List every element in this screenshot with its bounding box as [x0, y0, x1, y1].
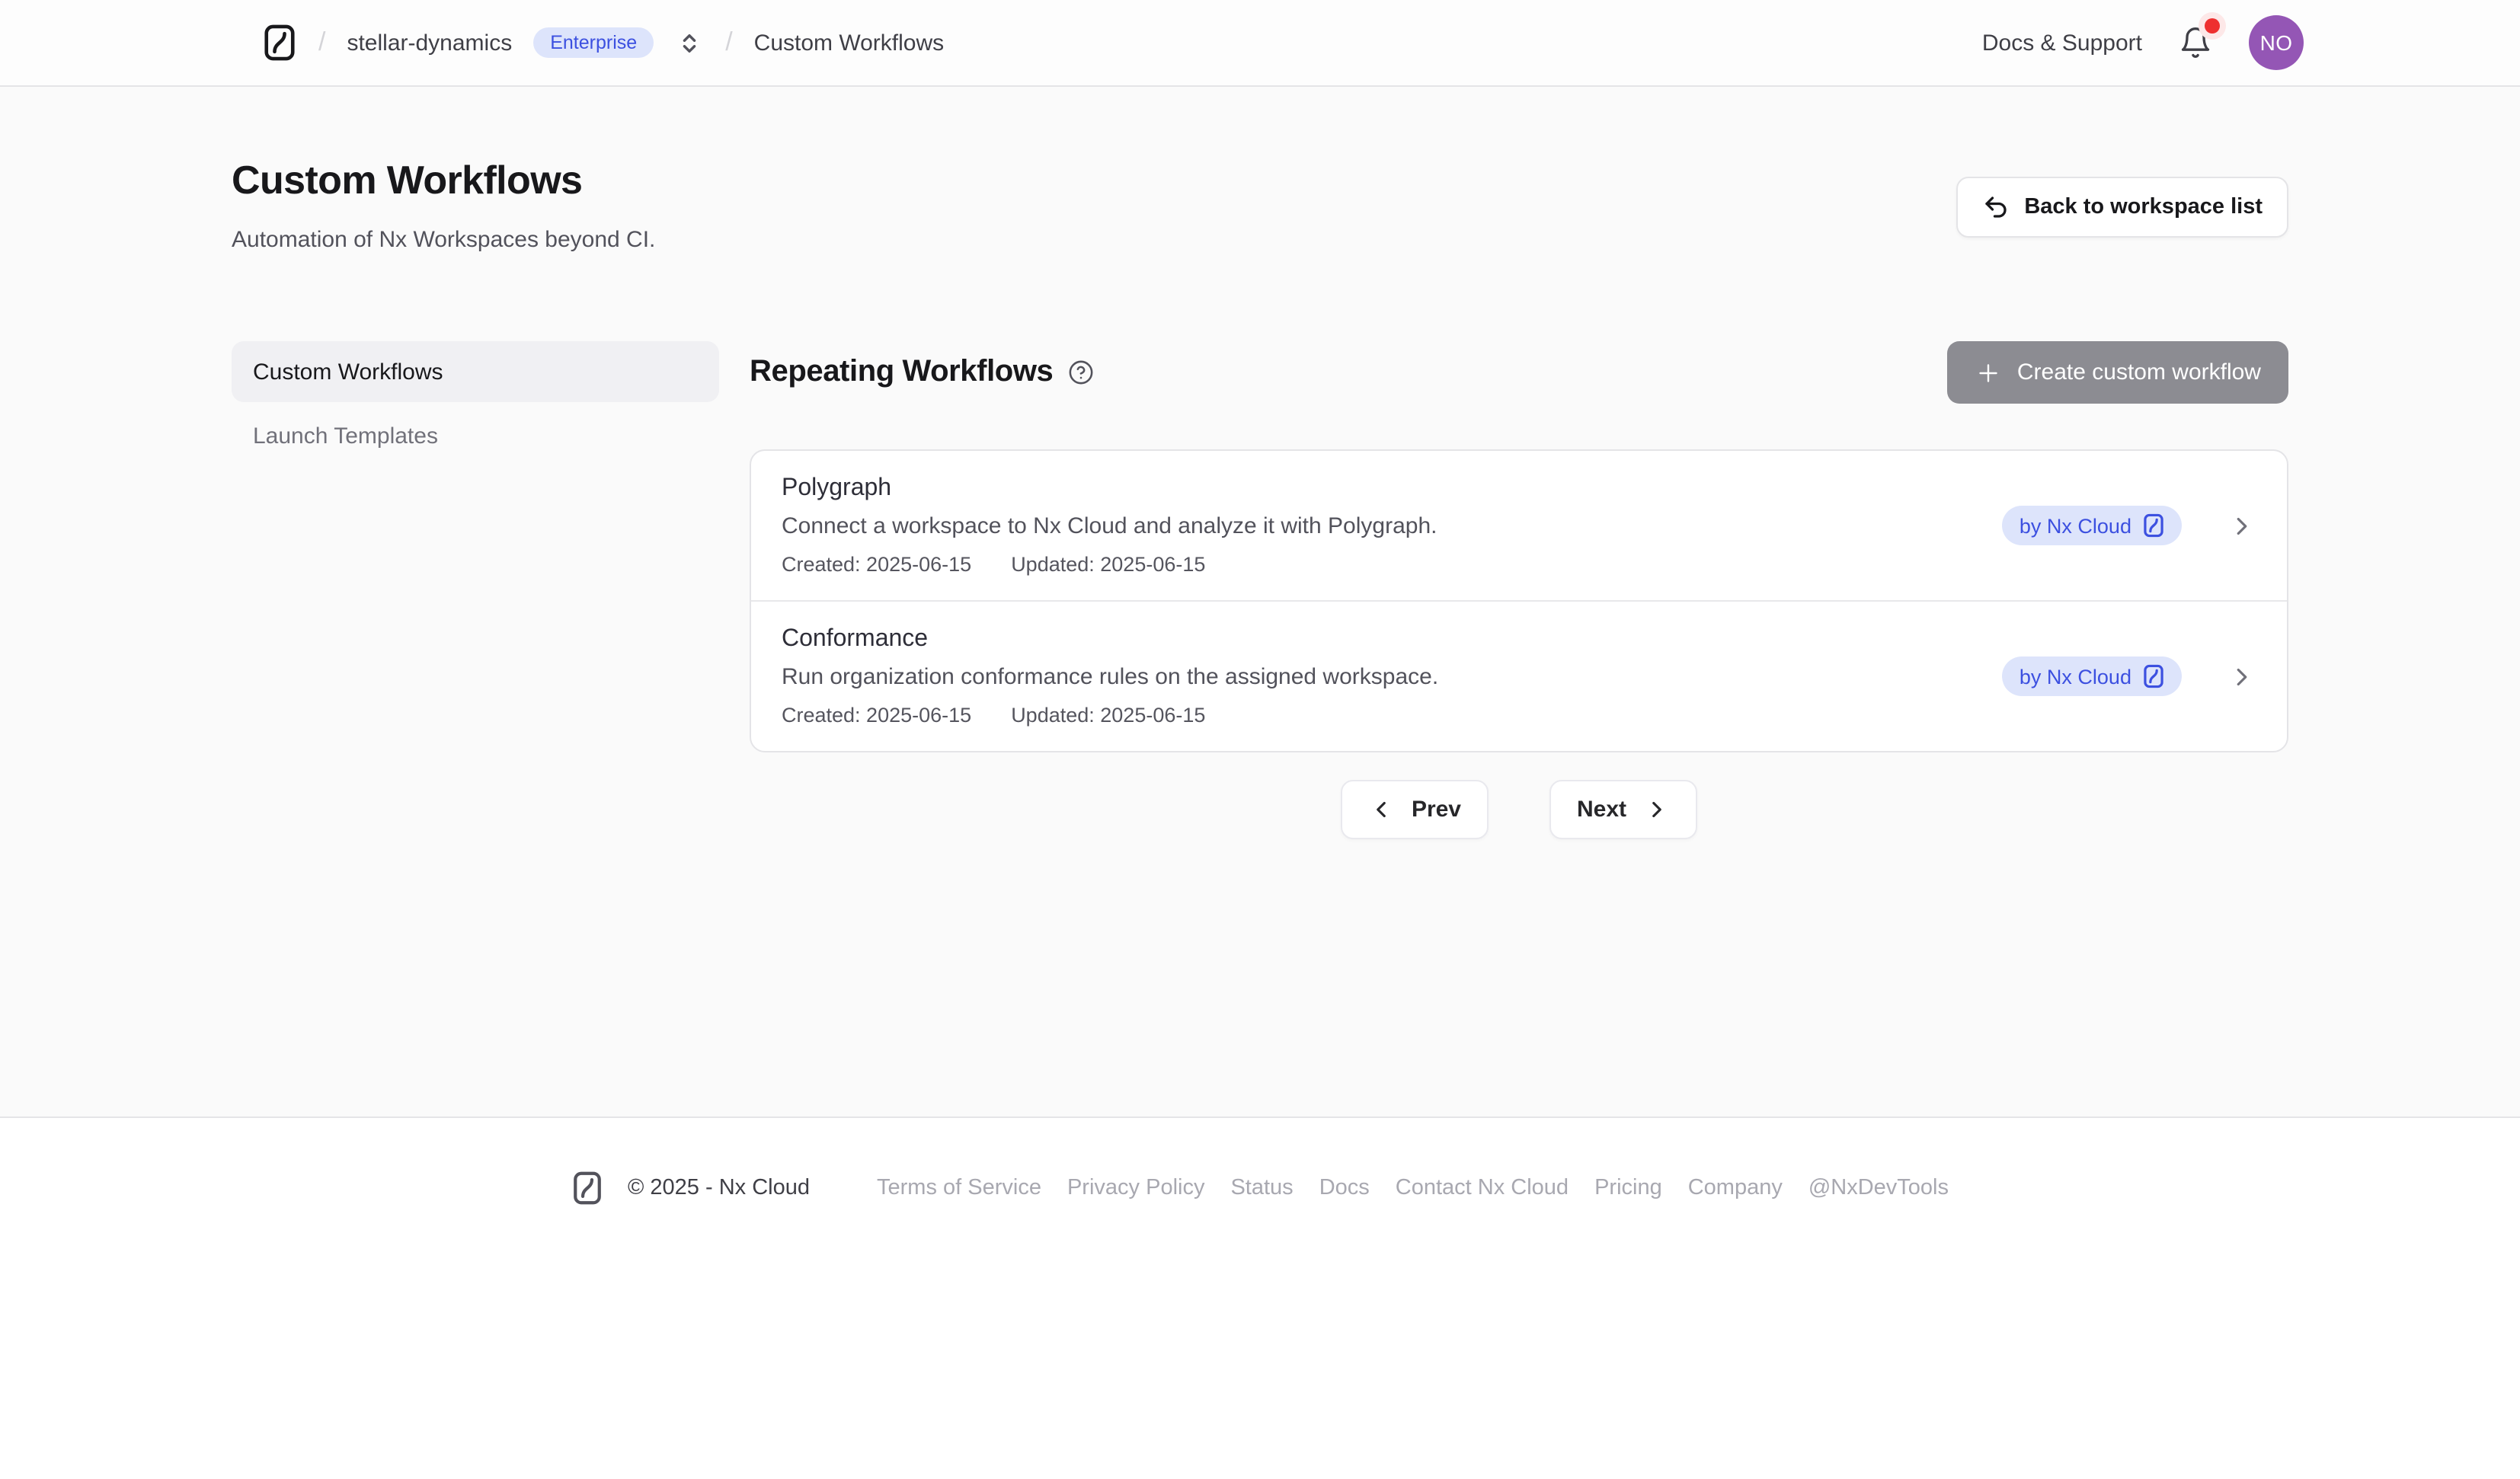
next-page-button[interactable]: Next: [1549, 780, 1697, 839]
breadcrumb: / stellar-dynamics Enterprise / Custom W…: [262, 23, 944, 62]
settings-sidebar: Custom Workflows Launch Templates: [232, 341, 719, 466]
breadcrumb-separator: /: [318, 27, 325, 58]
nx-logo-icon: [2142, 664, 2165, 688]
badge-label: by Nx Cloud: [2020, 514, 2131, 537]
footer-link-nxdevtools[interactable]: @NxDevTools: [1808, 1176, 1949, 1200]
footer-link-pricing[interactable]: Pricing: [1594, 1176, 1662, 1200]
footer-link-status[interactable]: Status: [1230, 1176, 1293, 1200]
prev-label: Prev: [1412, 797, 1461, 823]
user-avatar[interactable]: NO: [2249, 15, 2304, 70]
next-label: Next: [1577, 797, 1626, 823]
footer-link-company[interactable]: Company: [1688, 1176, 1783, 1200]
workflow-row-polygraph[interactable]: Polygraph Connect a workspace to Nx Clou…: [751, 451, 2287, 600]
nx-logo-icon: [2142, 513, 2165, 538]
notifications-button[interactable]: [2176, 23, 2215, 62]
docs-support-link[interactable]: Docs & Support: [1982, 30, 2142, 56]
help-circle-icon: [1068, 359, 1094, 385]
workflow-created: Created: 2025-06-15: [782, 704, 971, 727]
plan-badge: Enterprise: [533, 27, 654, 59]
create-custom-workflow-button[interactable]: Create custom workflow: [1947, 341, 2288, 404]
create-button-label: Create custom workflow: [2017, 359, 2261, 385]
sidebar-item-custom-workflows[interactable]: Custom Workflows: [232, 341, 719, 402]
workflow-name: Polygraph: [782, 475, 1978, 503]
nx-logo-icon[interactable]: [262, 23, 297, 62]
sidebar-item-launch-templates[interactable]: Launch Templates: [232, 405, 719, 466]
workflow-name: Conformance: [782, 626, 1978, 653]
section-heading: Repeating Workflows: [750, 355, 1053, 390]
breadcrumb-page: Custom Workflows: [754, 30, 945, 56]
workspace-switcher-button[interactable]: [675, 28, 704, 57]
chevrons-up-down-icon: [678, 31, 701, 54]
badge-label: by Nx Cloud: [2020, 665, 2131, 688]
chevron-left-icon: [1369, 797, 1395, 823]
page-header: Custom Workflows Automation of Nx Worksp…: [232, 157, 2288, 253]
footer-link-contact[interactable]: Contact Nx Cloud: [1396, 1176, 1569, 1200]
breadcrumb-org[interactable]: stellar-dynamics: [347, 30, 512, 56]
notification-dot: [2205, 18, 2220, 34]
workflow-description: Connect a workspace to Nx Cloud and anal…: [782, 513, 1978, 539]
workflow-created: Created: 2025-06-15: [782, 553, 971, 576]
chevron-right-icon: [2227, 662, 2256, 691]
header-actions: Docs & Support NO: [1982, 15, 2304, 70]
copyright-text: © 2025 - Nx Cloud: [628, 1176, 810, 1200]
chevron-right-icon: [1643, 797, 1669, 823]
by-nx-cloud-badge[interactable]: by Nx Cloud: [2003, 506, 2182, 545]
workflow-updated: Updated: 2025-06-15: [1011, 704, 1205, 727]
undo-arrow-icon: [1981, 193, 2009, 221]
page-subtitle: Automation of Nx Workspaces beyond CI.: [232, 227, 655, 253]
by-nx-cloud-badge[interactable]: by Nx Cloud: [2003, 656, 2182, 696]
back-to-workspace-list-button[interactable]: Back to workspace list: [1956, 177, 2288, 238]
workflow-updated: Updated: 2025-06-15: [1011, 553, 1205, 576]
top-nav: / stellar-dynamics Enterprise / Custom W…: [0, 0, 2520, 87]
breadcrumb-separator: /: [725, 27, 732, 58]
plus-icon: [1975, 359, 2002, 386]
footer-link-privacy[interactable]: Privacy Policy: [1067, 1176, 1205, 1200]
app-root: / stellar-dynamics Enterprise / Custom W…: [0, 0, 2520, 1479]
page-title: Custom Workflows: [232, 157, 655, 204]
workflow-row-conformance[interactable]: Conformance Run organization conformance…: [751, 600, 2287, 751]
footer-links: Terms of Service Privacy Policy Status D…: [877, 1176, 1949, 1200]
help-button[interactable]: [1068, 359, 1094, 385]
workflows-list: Polygraph Connect a workspace to Nx Clou…: [750, 449, 2288, 752]
workflow-description: Run organization conformance rules on th…: [782, 664, 1978, 690]
footer: © 2025 - Nx Cloud Terms of Service Priva…: [0, 1116, 2520, 1479]
footer-link-terms[interactable]: Terms of Service: [877, 1176, 1041, 1200]
prev-page-button[interactable]: Prev: [1342, 780, 1489, 839]
footer-link-docs[interactable]: Docs: [1319, 1176, 1370, 1200]
page-content: Custom Workflows Automation of Nx Worksp…: [0, 87, 2520, 1116]
nx-logo-icon[interactable]: [571, 1170, 603, 1206]
main-panel: Repeating Workflows: [750, 341, 2288, 839]
back-button-label: Back to workspace list: [2024, 195, 2263, 219]
pagination: Prev Next: [750, 780, 2288, 839]
chevron-right-icon: [2227, 511, 2256, 540]
